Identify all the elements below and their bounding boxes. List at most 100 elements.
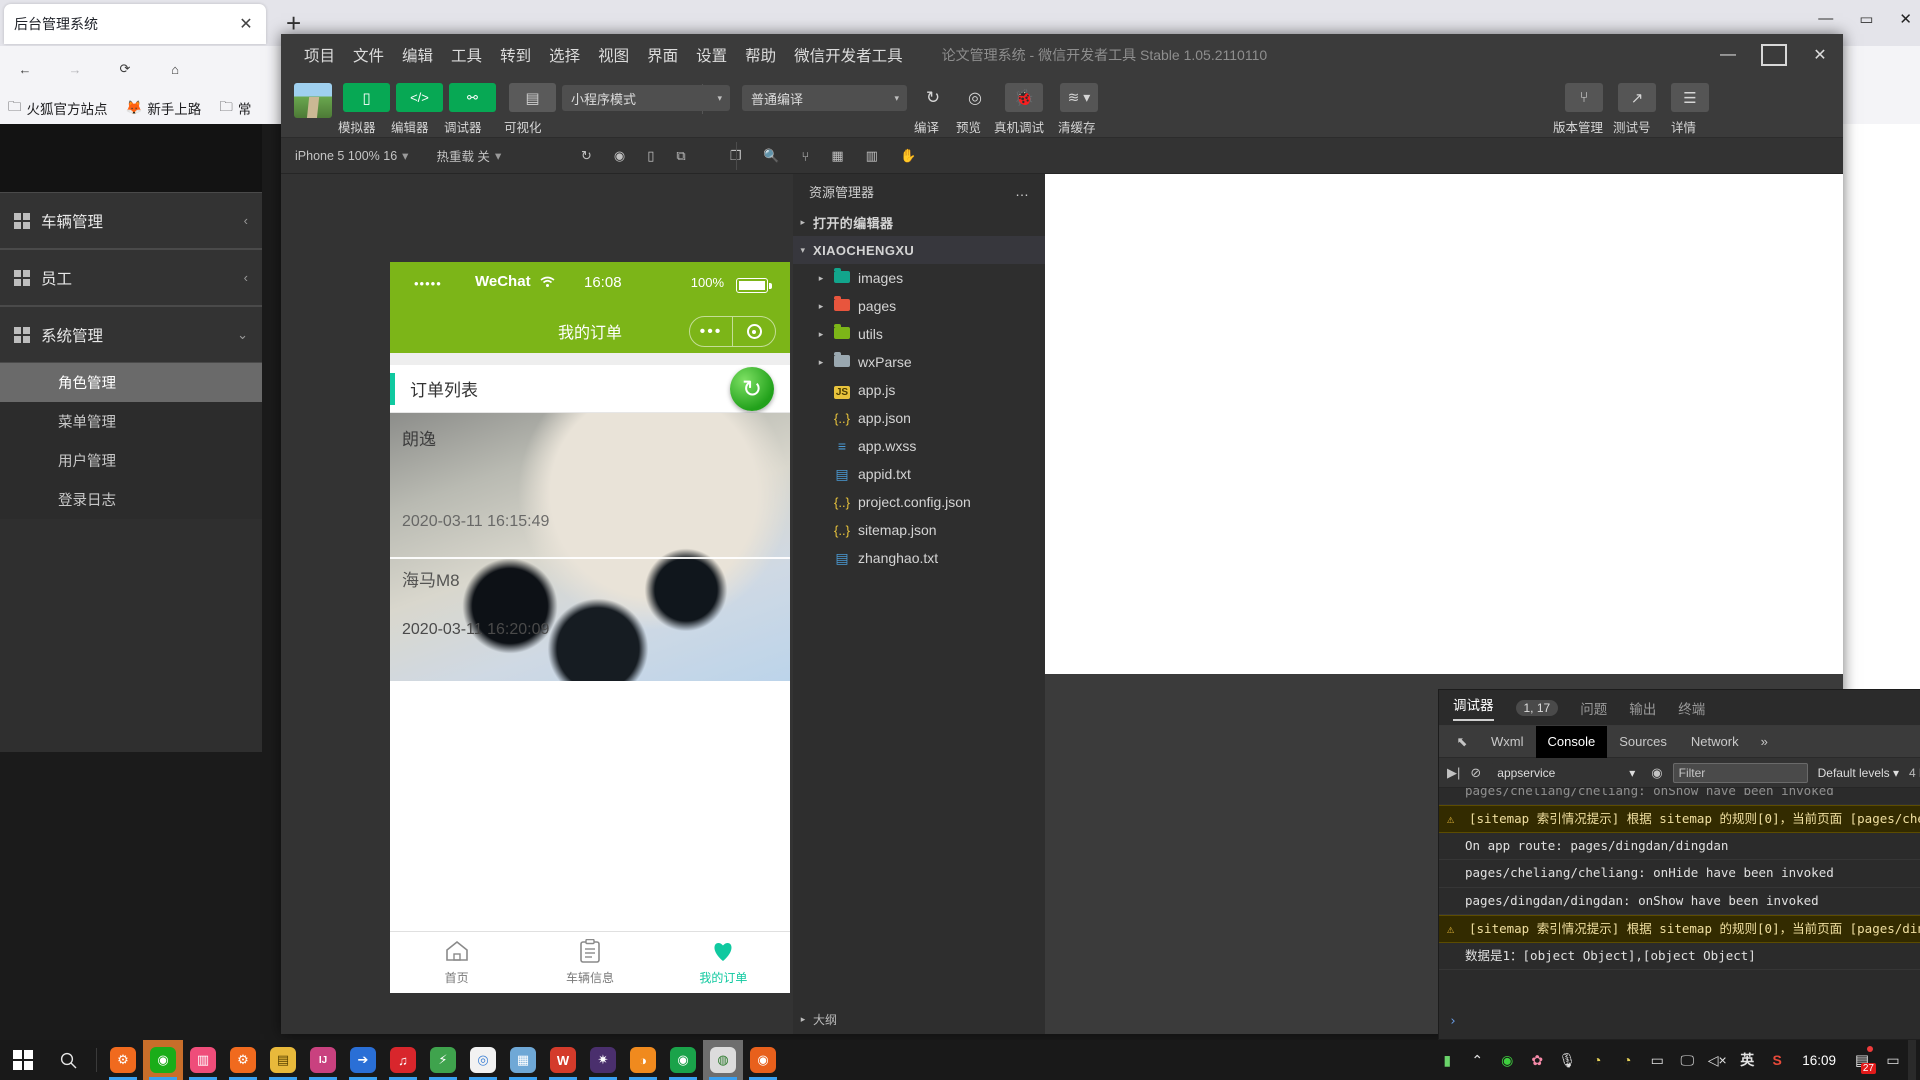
debugger-label[interactable]: 调试器 — [444, 117, 482, 136]
taskbar-app-orange-1[interactable]: ⚙ — [103, 1040, 143, 1080]
tree-item-wxparse[interactable]: ▸ wxParse — [793, 348, 1045, 376]
visual-toggle-button[interactable]: ▤ — [509, 83, 556, 112]
visual-label[interactable]: 可视化 — [504, 117, 542, 136]
minimize-icon[interactable]: — — [1705, 34, 1751, 76]
taskbar-app-wechat-devtools[interactable]: ◉ — [143, 1040, 183, 1080]
qq-icon-2[interactable]: ◔ — [1612, 1040, 1642, 1080]
ime-icon[interactable]: 英 — [1732, 1040, 1762, 1080]
hot-reload-toggle[interactable]: 热重载 关 — [436, 146, 489, 165]
more-icon[interactable]: … — [1015, 183, 1031, 199]
branch-icon[interactable]: ⑂ — [802, 149, 810, 164]
simulator-label[interactable]: 模拟器 — [338, 117, 376, 136]
simulator-toggle-button[interactable]: ▯ — [343, 83, 390, 112]
new-tab-button[interactable]: + — [286, 10, 301, 36]
chevron-up-icon[interactable]: ⌃ — [1462, 1040, 1492, 1080]
sidebar-group-employee[interactable]: 员工 ‹ — [0, 249, 262, 306]
tree-item-zhanghao-txt[interactable]: ▤ zhanghao.txt — [793, 544, 1045, 572]
chevron-down-icon[interactable]: ▾ — [793, 245, 813, 256]
tree-item-sitemap-json[interactable]: {..} sitemap.json — [793, 516, 1045, 544]
sidebar-group-system[interactable]: 系统管理 ⌄ — [0, 306, 262, 363]
flower-icon[interactable]: ✿ — [1522, 1040, 1552, 1080]
device-select[interactable]: iPhone 5 100% 16 — [295, 149, 397, 163]
compile-select[interactable]: 普通编译 ▾ — [742, 85, 907, 111]
taskbar-app-orange-2[interactable]: ⚙ — [223, 1040, 263, 1080]
menu-item-wechat-devtools[interactable]: 微信开发者工具 — [785, 44, 912, 66]
tab-console[interactable]: Console — [1535, 725, 1608, 758]
log-row[interactable]: pages/cheliang/cheliang: onHide have bee… — [1439, 860, 1920, 888]
real-device-debug-button[interactable]: 🐞 — [1005, 83, 1043, 112]
taskbar-app-white-circles[interactable]: ◎ — [463, 1040, 503, 1080]
capsule-button[interactable]: ••• — [689, 316, 776, 347]
editor-area[interactable] — [1045, 174, 1843, 674]
menu-item-goto[interactable]: 转到 — [491, 44, 540, 66]
rotate-icon[interactable]: ↻ — [581, 148, 592, 164]
taskbar-clock[interactable]: 16:09 — [1792, 1053, 1846, 1068]
menu-item-project[interactable]: 项目 — [295, 44, 344, 66]
menu-item-view[interactable]: 视图 — [589, 44, 638, 66]
search-icon[interactable] — [46, 1040, 90, 1080]
refresh-button[interactable]: ↻ — [730, 367, 774, 411]
compile-button[interactable]: ↻ — [916, 83, 950, 112]
reload-icon[interactable]: ⟳ — [110, 54, 140, 84]
test-account-label[interactable]: 测试号 — [1613, 117, 1651, 136]
menu-item-file[interactable]: 文件 — [344, 44, 393, 66]
more-icon[interactable]: ••• — [690, 317, 733, 346]
chevron-down-icon[interactable]: ▾ — [402, 148, 408, 163]
menu-item-help[interactable]: 帮助 — [736, 44, 785, 66]
tab-wxml[interactable]: Wxml — [1479, 726, 1536, 758]
sidebar-item-menu-management[interactable]: 菜单管理 — [0, 402, 262, 441]
taskbar-app-intellij[interactable]: IJ — [303, 1040, 343, 1080]
tree-item-appid-txt[interactable]: ▤ appid.txt — [793, 460, 1045, 488]
taskbar-app-wps-writer[interactable]: W — [543, 1040, 583, 1080]
compile-label[interactable]: 编译 — [914, 117, 939, 136]
tab-home[interactable]: 首页 — [390, 932, 523, 993]
test-account-button[interactable]: ↗ — [1618, 83, 1656, 112]
clear-console-icon[interactable]: ⊘ — [1470, 765, 1481, 781]
menu-item-settings[interactable]: 设置 — [687, 44, 736, 66]
clear-cache-label[interactable]: 清缓存 — [1058, 117, 1096, 136]
clear-cache-button[interactable]: ≋ ▾ — [1060, 83, 1098, 112]
mode-select[interactable]: 小程序模式 ▾ — [562, 85, 730, 111]
split-icon[interactable]: ⧉ — [676, 148, 685, 164]
inspect-element-icon[interactable]: ⬉ — [1445, 730, 1479, 754]
preview-label[interactable]: 预览 — [956, 117, 981, 136]
close-icon[interactable]: ✕ — [1797, 34, 1843, 76]
chevron-right-icon[interactable]: ▸ — [793, 217, 813, 228]
real-device-debug-label[interactable]: 真机调试 — [994, 117, 1044, 136]
start-button[interactable] — [0, 1040, 46, 1080]
panel-count-badge[interactable]: 1, 17 — [1515, 699, 1559, 716]
console-log-list[interactable]: pages/cheliang/cheliang: onShow have bee… — [1439, 788, 1920, 1036]
outline-section[interactable]: ▸ 大纲 — [793, 1004, 1045, 1034]
sidebar-group-vehicle[interactable]: 车辆管理 ‹ — [0, 192, 262, 249]
details-label[interactable]: 详情 — [1671, 117, 1696, 136]
log-row[interactable]: pages/cheliang/cheliang: onShow have bee… — [1439, 788, 1920, 806]
taskbar-app-file-explorer[interactable]: ▤ — [263, 1040, 303, 1080]
explorer-section-project-root[interactable]: ▾ XIAOCHENGXU — [793, 236, 1045, 264]
log-row-warning[interactable]: ⚠ [sitemap 索引情况提示] 根据 sitemap 的规则[0]，当前页… — [1439, 914, 1920, 943]
device-icon[interactable]: ▯ — [647, 148, 654, 164]
bookmark-item[interactable]: 🗀 常 — [219, 97, 251, 120]
chevron-right-icon[interactable]: ▸ — [811, 329, 831, 340]
sidebar-item-user-management[interactable]: 用户管理 — [0, 441, 262, 480]
chevron-right-icon[interactable]: ▸ — [811, 273, 831, 284]
menu-item-tools[interactable]: 工具 — [442, 44, 491, 66]
forward-icon[interactable]: → — [60, 54, 90, 84]
taskbar-app-netease-music[interactable]: ♫ — [383, 1040, 423, 1080]
maximize-icon[interactable]: ▭ — [1859, 10, 1873, 28]
log-row[interactable]: 数据是1：[object Object],[object Object] din… — [1439, 943, 1920, 970]
panel-tab-terminal[interactable]: 终端 — [1678, 698, 1705, 718]
taskbar-app-green-flash[interactable]: ⚡ — [423, 1040, 463, 1080]
panel-icon[interactable]: ▥ — [866, 148, 878, 164]
action-center-icon[interactable]: ▭ — [1878, 1040, 1908, 1080]
more-tabs-icon[interactable]: » — [1751, 734, 1778, 749]
home-icon[interactable]: ⌂ — [160, 54, 190, 84]
tree-item-app-json[interactable]: {..} app.json — [793, 404, 1045, 432]
close-window-icon[interactable]: ✕ — [1899, 10, 1912, 28]
usb-icon[interactable]: ▮ — [1432, 1040, 1462, 1080]
tree-item-app-wxss[interactable]: ≡ app.wxss — [793, 432, 1045, 460]
sogou-icon[interactable]: S — [1762, 1040, 1792, 1080]
explorer-section-open-editors[interactable]: ▸ 打开的编辑器 — [793, 208, 1045, 236]
back-icon[interactable]: ← — [10, 54, 40, 84]
editor-toggle-button[interactable]: </> — [396, 83, 443, 112]
taskbar-app-firefox[interactable]: ◉ — [743, 1040, 783, 1080]
